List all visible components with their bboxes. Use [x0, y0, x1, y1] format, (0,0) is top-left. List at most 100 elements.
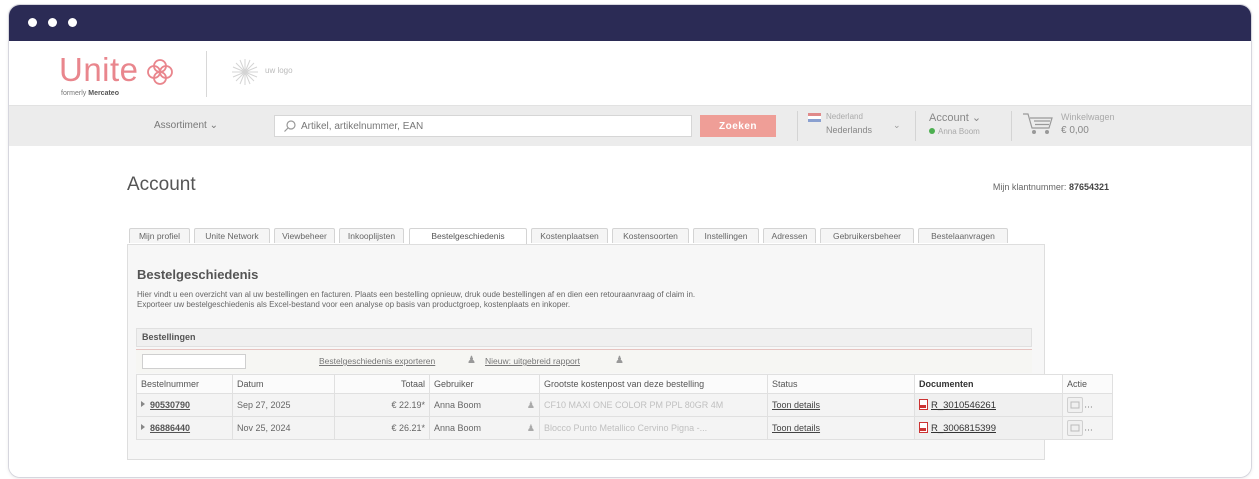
nav-divider — [915, 111, 916, 141]
order-user-cell: Anna Boom ♟ — [429, 416, 540, 440]
browser-window: Unite formerly Mercateo uw logo Assortim… — [8, 4, 1252, 478]
user-icon: ♟ — [526, 399, 535, 410]
order-documents-cell: R_3006815399 — [914, 416, 1063, 440]
language-label[interactable]: Nederlands — [826, 125, 872, 135]
column-header[interactable]: Totaal — [334, 374, 430, 394]
column-header[interactable]: Grootste kostenpost van deze bestelling — [539, 374, 768, 394]
order-date: Nov 25, 2024 — [232, 416, 335, 440]
table-row: 90530790 Sep 27, 2025 € 22.19* Anna Boom… — [136, 393, 1113, 417]
window-dot-close[interactable] — [28, 18, 37, 27]
orders-table: Bestelnummer Datum Totaal Gebruiker Groo… — [136, 374, 1113, 440]
user-icon: ♟ — [467, 355, 476, 366]
reorder-check-button[interactable] — [1101, 397, 1112, 413]
nav-divider — [1011, 111, 1012, 141]
order-user: Anna Boom — [434, 422, 482, 433]
order-largest-item: Blocco Punto Metallico Cervino Pigna -..… — [539, 416, 768, 440]
tab-bestelgeschiedenis[interactable]: Bestelgeschiedenis — [409, 228, 527, 245]
search-icon — [284, 120, 296, 132]
chevron-down-icon[interactable]: ⌄ — [893, 120, 901, 131]
dutch-flag-icon — [808, 113, 821, 122]
tab-gebruikersbeheer[interactable]: Gebruikersbeheer — [820, 228, 914, 243]
tab-kostenplaatsen[interactable]: Kostenplaatsen — [531, 228, 608, 243]
order-actions — [1062, 393, 1113, 417]
tab-adressen[interactable]: Adressen — [763, 228, 816, 243]
formerly-mercateo: formerly Mercateo — [61, 90, 119, 97]
sunburst-icon — [232, 59, 258, 85]
column-header[interactable]: Bestelnummer — [136, 374, 233, 394]
pdf-icon — [919, 422, 928, 433]
tab-instellingen[interactable]: Instellingen — [693, 228, 759, 243]
table-header-row: Bestelnummer Datum Totaal Gebruiker Groo… — [136, 374, 1113, 394]
description-line: Exporteer uw bestelgeschiedenis als Exce… — [137, 300, 571, 309]
search-input[interactable] — [301, 119, 681, 133]
show-details-link[interactable]: Toon details — [772, 423, 820, 433]
order-number-link[interactable]: 90530790 — [150, 400, 190, 410]
column-header[interactable]: Datum — [232, 374, 335, 394]
main-content: Account Mijn klantnummer: 87654321 Mijn … — [9, 146, 1251, 477]
section-title: Bestelgeschiedenis — [137, 267, 259, 282]
order-number-link[interactable]: 86886440 — [150, 423, 190, 433]
column-header[interactable]: Documenten — [914, 374, 1063, 394]
online-status-icon — [929, 128, 935, 134]
show-details-link[interactable]: Toon details — [772, 400, 820, 410]
window-dot-maximize[interactable] — [68, 18, 77, 27]
chevron-down-icon: ⌄ — [209, 120, 218, 131]
window-titlebar — [9, 5, 1251, 41]
order-filter-input[interactable] — [142, 354, 246, 369]
logo-divider — [206, 51, 207, 97]
nav-divider — [797, 111, 798, 141]
cart-label[interactable]: Winkelwagen — [1061, 112, 1115, 122]
navigation-bar: Assortiment ⌄ Zoeken Nederland Nederland… — [9, 105, 1251, 147]
tab-inkooplijsten[interactable]: Inkooplijsten — [339, 228, 404, 243]
tab-kostensoorten[interactable]: Kostensoorten — [612, 228, 689, 243]
column-header[interactable]: Gebruiker — [429, 374, 540, 394]
description-line: Hier vindt u een overzicht van al uw bes… — [137, 290, 696, 299]
account-menu[interactable]: Account ⌄ — [929, 111, 981, 124]
tab-unite-network[interactable]: Unite Network — [194, 228, 270, 243]
order-history-panel: Bestelgeschiedenis Hier vindt u een over… — [127, 244, 1113, 460]
order-actions — [1062, 416, 1113, 440]
tab-viewbeheer[interactable]: Viewbeheer — [274, 228, 335, 243]
invoice-document-link[interactable]: R_3010546261 — [931, 400, 996, 411]
uw-logo-text: uw logo — [265, 66, 293, 75]
print-action-button[interactable] — [1067, 397, 1083, 413]
pdf-icon — [919, 399, 928, 410]
unite-logo-icon[interactable] — [145, 57, 175, 87]
orders-filter-row: Bestelgeschiedenis exporteren ♟ Nieuw: u… — [136, 349, 1032, 373]
column-header[interactable]: Status — [767, 374, 915, 394]
user-icon: ♟ — [615, 355, 624, 366]
extended-report-link[interactable]: Nieuw: uitgebreid rapport — [485, 356, 580, 366]
reorder-check-button[interactable] — [1101, 420, 1112, 436]
orders-header: Bestellingen — [136, 328, 1032, 347]
window-dot-minimize[interactable] — [48, 18, 57, 27]
expand-triangle-icon[interactable] — [141, 401, 145, 407]
order-user-cell: Anna Boom ♟ — [429, 393, 540, 417]
site-header: Unite formerly Mercateo uw logo — [9, 41, 1251, 105]
order-status-cell: Toon details — [767, 416, 915, 440]
customer-number: Mijn klantnummer: 87654321 — [992, 182, 1109, 192]
order-total: € 22.19* — [334, 393, 430, 417]
order-user: Anna Boom — [434, 399, 482, 410]
section-description: Hier vindt u een overzicht van al uw bes… — [137, 290, 1017, 310]
print-action-button[interactable] — [1067, 420, 1083, 436]
page-title: Account — [127, 174, 196, 195]
order-date: Sep 27, 2025 — [232, 393, 335, 417]
user-icon: ♟ — [526, 422, 535, 433]
chevron-down-icon: ⌄ — [971, 112, 982, 124]
order-number-cell: 90530790 — [136, 393, 233, 417]
order-largest-item: CF10 MAXI ONE COLOR PM PPL 80GR 4M — [539, 393, 768, 417]
tab-bestelaanvragen[interactable]: Bestelaanvragen — [918, 228, 1008, 243]
search-box — [274, 115, 692, 137]
shopping-cart-icon[interactable] — [1021, 111, 1055, 137]
expand-triangle-icon[interactable] — [141, 424, 145, 430]
search-button[interactable]: Zoeken — [700, 115, 776, 137]
order-documents-cell: R_3010546261 — [914, 393, 1063, 417]
unite-logo-text[interactable]: Unite — [59, 53, 139, 87]
tab-mijn-profiel[interactable]: Mijn profiel — [129, 228, 190, 243]
table-row: 86886440 Nov 25, 2024 € 26.21* Anna Boom… — [136, 416, 1113, 440]
assortiment-dropdown[interactable]: Assortiment ⌄ — [154, 120, 218, 131]
invoice-document-link[interactable]: R_3006815399 — [931, 423, 996, 434]
export-history-link[interactable]: Bestelgeschiedenis exporteren — [319, 356, 435, 366]
country-label[interactable]: Nederland — [826, 112, 863, 121]
cart-total: € 0,00 — [1061, 125, 1089, 136]
